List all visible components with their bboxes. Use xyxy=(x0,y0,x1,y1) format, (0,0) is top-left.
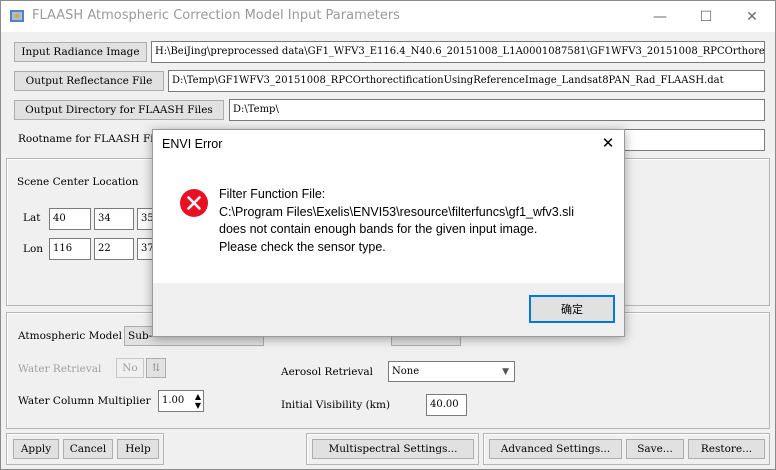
scene-center-label: Scene Center Location xyxy=(17,176,139,188)
envi-app-icon xyxy=(10,10,24,22)
error-icon xyxy=(180,189,208,217)
initial-visibility-field[interactable]: 40.00 xyxy=(426,394,467,416)
message-line-3: does not contain enough bands for the gi… xyxy=(219,222,538,236)
lat-degrees-field[interactable]: 40 xyxy=(49,208,91,230)
maximize-button[interactable]: ☐ xyxy=(683,1,729,32)
dialog-close-button[interactable]: ✕ xyxy=(599,134,617,152)
aerosol-retrieval-value: None xyxy=(392,366,420,377)
output-reflectance-field[interactable]: D:\Temp\GF1WFV3_20151008_RPCOrthorectifi… xyxy=(168,70,765,92)
initial-visibility-label: Initial Visibility (km) xyxy=(281,399,391,411)
lon-label: Lon xyxy=(23,243,44,255)
water-retrieval-value: No xyxy=(116,358,144,378)
envi-error-dialog: ENVI Error ✕ Filter Function File: C:\Pr… xyxy=(152,129,625,337)
lat-minutes-field[interactable]: 34 xyxy=(94,208,134,230)
lon-degrees-field[interactable]: 116 xyxy=(49,238,91,260)
water-column-multiplier-value: 1.00 xyxy=(162,395,185,406)
advanced-settings-button[interactable]: Advanced Settings... xyxy=(489,439,622,459)
spinner-icon[interactable]: ▲ ▼ xyxy=(195,392,201,410)
close-button[interactable]: ✕ xyxy=(729,1,775,32)
water-retrieval-label: Water Retrieval xyxy=(18,363,102,375)
chevron-down-icon: ▼ xyxy=(502,367,509,377)
dialog-title: ENVI Error xyxy=(162,137,223,151)
cancel-button[interactable]: Cancel xyxy=(63,439,113,459)
input-radiance-field[interactable]: H:\BeiJing\preprocessed data\GF1_WFV3_E1… xyxy=(151,41,765,63)
output-directory-button[interactable]: Output Directory for FLAASH Files xyxy=(14,100,224,120)
water-column-multiplier-field[interactable]: 1.00 ▲ ▼ xyxy=(158,390,204,412)
dialog-footer: 确定 xyxy=(153,283,624,336)
water-column-multiplier-label: Water Column Multiplier xyxy=(18,395,151,407)
restore-button[interactable]: Restore... xyxy=(688,439,765,459)
minimize-button[interactable]: — xyxy=(637,1,683,32)
title-bar: FLAASH Atmospheric Correction Model Inpu… xyxy=(1,1,775,32)
message-line-4: Please check the sensor type. xyxy=(219,239,386,254)
lon-minutes-field[interactable]: 22 xyxy=(94,238,134,260)
output-reflectance-button[interactable]: Output Reflectance File xyxy=(14,71,164,91)
lat-label: Lat xyxy=(23,212,41,224)
toggle-arrows-icon: ⇅ xyxy=(146,358,166,378)
save-button[interactable]: Save... xyxy=(626,439,684,459)
apply-button[interactable]: Apply xyxy=(13,439,59,459)
help-button[interactable]: Help xyxy=(117,439,159,459)
message-line-2: C:\Program Files\Exelis\ENVI53\resource\… xyxy=(219,204,574,219)
ok-button[interactable]: 确定 xyxy=(529,295,615,323)
output-directory-field[interactable]: D:\Temp\ xyxy=(229,99,765,121)
window-title: FLAASH Atmospheric Correction Model Inpu… xyxy=(32,8,400,23)
atmospheric-model-label: Atmospheric Model xyxy=(18,330,122,342)
rootname-label: Rootname for FLAASH Fil xyxy=(18,133,157,145)
dialog-message: Filter Function File: C:\Program Files\E… xyxy=(219,186,574,256)
message-line-1: Filter Function File: xyxy=(219,187,326,201)
input-radiance-button[interactable]: Input Radiance Image xyxy=(14,42,147,62)
aerosol-retrieval-label: Aerosol Retrieval xyxy=(281,366,374,378)
multispectral-settings-button[interactable]: Multispectral Settings... xyxy=(312,439,474,459)
aerosol-retrieval-dropdown[interactable]: None ▼ xyxy=(388,361,515,382)
